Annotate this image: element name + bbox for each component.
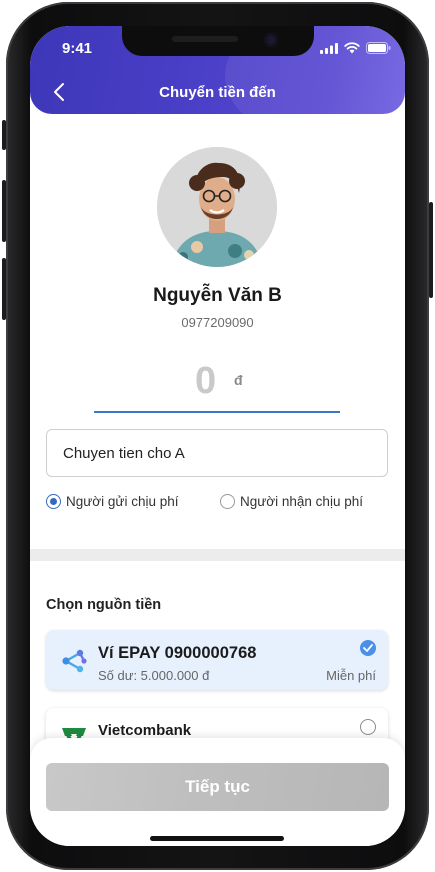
recipient-name: Nguyễn Văn B [153, 285, 282, 306]
status-icons [320, 42, 391, 54]
recipient-phone: 0977209090 [181, 315, 254, 330]
source-item-title: Vietcombank [98, 722, 192, 739]
power-button [429, 202, 433, 298]
status-time: 9:41 [62, 40, 93, 57]
check-icon [360, 640, 376, 656]
signal-icon [320, 42, 338, 54]
home-indicator [150, 836, 284, 841]
source-item-balance: Số dư: 5.000.000 đ [98, 668, 210, 683]
fee-option-receiver-label: Người nhận chịu phí [240, 494, 363, 509]
continue-button[interactable]: Tiếp tục [46, 763, 389, 811]
mute-switch [2, 120, 6, 150]
transfer-note-input[interactable] [46, 429, 388, 477]
source-item-title: Ví EPAY 0900000768 [98, 644, 257, 662]
battery-icon [366, 42, 391, 54]
epay-logo-icon [62, 649, 87, 673]
front-camera [264, 33, 278, 47]
radio-receiver[interactable] [220, 494, 235, 509]
notch [122, 26, 314, 56]
avatar-photo [157, 147, 277, 267]
radio-sender[interactable] [46, 494, 61, 509]
bottom-action-bar: Tiếp tục [30, 738, 405, 846]
volume-up-button [2, 180, 6, 242]
fee-option-sender-label: Người gửi chịu phí [66, 494, 179, 509]
wifi-icon [344, 42, 360, 54]
source-section-title: Chọn nguồn tiền [46, 597, 162, 613]
app-screen: 9:41 Chuyển tiền đến Nguyễn Văn B 097720… [30, 26, 405, 846]
speaker [172, 36, 238, 42]
fee-option-receiver[interactable]: Người nhận chịu phí [220, 494, 363, 509]
amount-underline [94, 411, 340, 413]
avatar [157, 147, 277, 267]
section-divider [30, 549, 405, 561]
amount-value[interactable]: 0 [195, 360, 216, 403]
header: 9:41 Chuyển tiền đến [30, 26, 405, 114]
amount-currency: đ [234, 372, 243, 388]
source-item-fee: Miễn phí [326, 668, 376, 683]
volume-down-button [2, 258, 6, 320]
source-item-epay[interactable]: Ví EPAY 0900000768 Số dư: 5.000.000 đ Mi… [46, 630, 388, 690]
fee-option-sender[interactable]: Người gửi chịu phí [46, 494, 178, 509]
page-title: Chuyển tiền đến [159, 84, 276, 101]
radio-vietcombank[interactable] [360, 719, 376, 735]
